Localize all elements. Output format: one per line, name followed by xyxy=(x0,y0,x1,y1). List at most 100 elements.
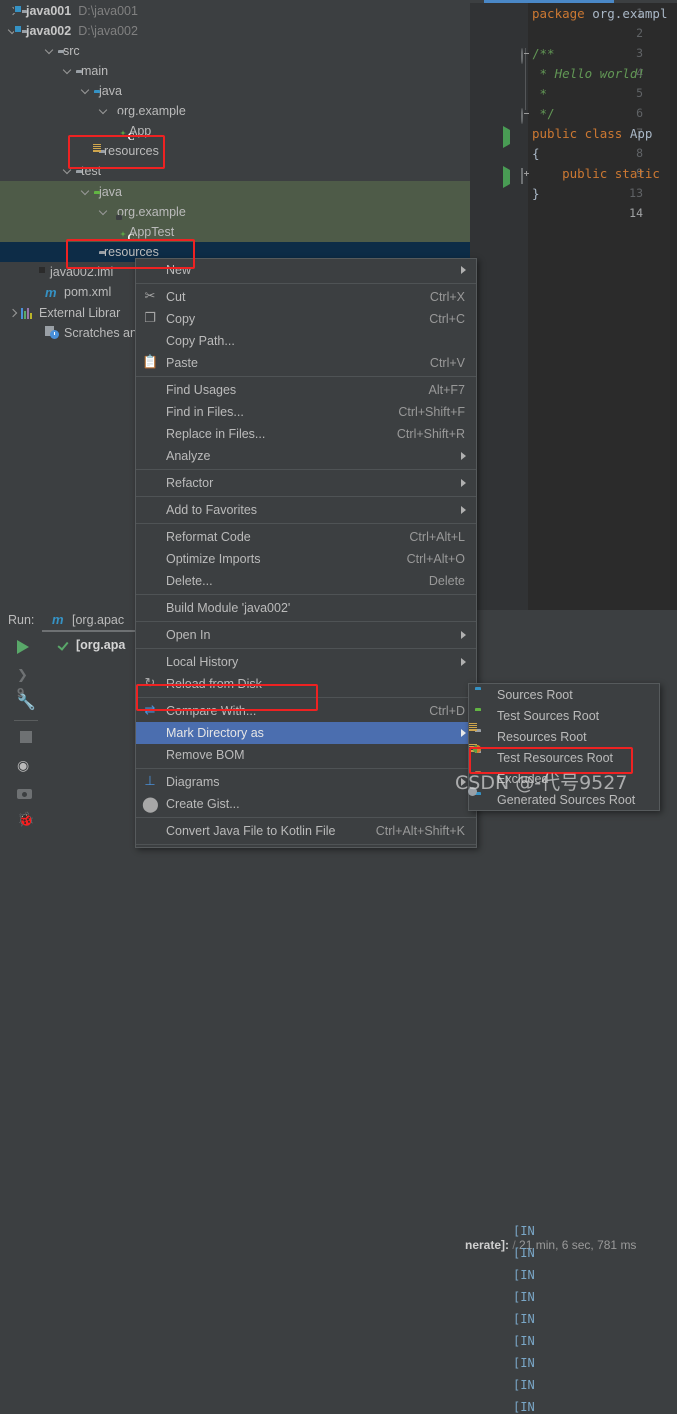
camera-icon[interactable] xyxy=(17,784,35,802)
toolbar-divider xyxy=(14,720,38,721)
log-line: [IN xyxy=(513,1334,535,1348)
code-text: } xyxy=(532,186,540,201)
tree-label: src xyxy=(63,44,80,58)
menu-item-add-to-favorites[interactable]: Add to Favorites xyxy=(136,499,476,521)
menu-item-replace-in-files[interactable]: Replace in Files... Ctrl+Shift+R xyxy=(136,423,476,445)
menu-item-paste[interactable]: 📋 Paste Ctrl+V xyxy=(136,352,476,374)
code-comment: * Hello world! xyxy=(532,66,645,81)
menu-item-open-in[interactable]: Open In xyxy=(136,624,476,646)
code-editor[interactable]: 1 2 3 4 5 6 7 8 9 13 14 package org.exam… xyxy=(470,0,677,610)
editor-gutter[interactable] xyxy=(470,3,528,610)
menu-separator xyxy=(136,496,476,497)
watermark-text: CSDN @-代号9527 xyxy=(455,768,627,795)
tree-label: pom.xml xyxy=(64,285,111,299)
menu-item-refactor[interactable]: Refactor xyxy=(136,472,476,494)
tree-row-java001[interactable]: java001 D:\java001 xyxy=(0,1,470,21)
debug-icon[interactable]: 🐞 xyxy=(17,810,35,828)
menu-item-reload-from-disk[interactable]: ↻ Reload from Disk xyxy=(136,673,476,695)
tree-row-app[interactable]: App xyxy=(0,121,470,141)
tree-row-main-java[interactable]: java xyxy=(0,81,470,101)
chevron-down-icon[interactable] xyxy=(45,46,56,57)
submenu-item-sources-root[interactable]: Sources Root xyxy=(469,684,659,705)
tree-row-java002[interactable]: java002 D:\java002 xyxy=(0,21,470,41)
menu-label: Add to Favorites xyxy=(166,503,257,517)
menu-label: Analyze xyxy=(166,449,210,463)
run-gutter-icon[interactable] xyxy=(503,130,515,142)
tree-label: AppTest xyxy=(129,225,174,239)
menu-item-compare-with[interactable]: ⇄ Compare With... Ctrl+D xyxy=(136,700,476,722)
menu-separator xyxy=(136,648,476,649)
editor-code-area[interactable]: package org.exampl /** * Hello world! * … xyxy=(532,3,677,610)
menu-item-diagrams[interactable]: ⊥ Diagrams xyxy=(136,771,476,793)
menu-label: Replace in Files... xyxy=(166,427,265,441)
menu-label: Diagrams xyxy=(166,775,220,789)
run-status-phase: nerate]: xyxy=(465,1238,509,1252)
menu-label: Copy xyxy=(166,312,195,326)
menu-label: Compare With... xyxy=(166,704,256,718)
run-tab-title[interactable]: [org.apac xyxy=(72,613,124,627)
eye-icon[interactable]: ◉ xyxy=(17,756,35,774)
tree-label: Scratches and xyxy=(64,326,144,340)
submenu-item-test-sources-root[interactable]: Test Sources Root xyxy=(469,705,659,726)
chevron-right-icon xyxy=(461,479,466,487)
run-gutter-icon[interactable] xyxy=(503,170,515,182)
tree-row-test-java[interactable]: java xyxy=(0,182,470,202)
log-line: [IN xyxy=(513,1378,535,1392)
github-icon: ⬤ xyxy=(142,796,158,812)
stop-icon[interactable] xyxy=(17,728,35,746)
menu-item-delete[interactable]: Delete... Delete xyxy=(136,570,476,592)
copy-icon: ❐ xyxy=(142,311,158,327)
tree-row-test-package[interactable]: org.example xyxy=(0,202,470,222)
menu-item-create-gist[interactable]: ⬤ Create Gist... xyxy=(136,793,476,815)
tree-label: org.example xyxy=(117,205,186,219)
chevron-down-icon[interactable] xyxy=(99,106,110,117)
submenu-item-test-resources-root[interactable]: Test Resources Root xyxy=(469,747,659,768)
tree-row-main-resources[interactable]: resources xyxy=(0,141,470,161)
chevron-down-icon[interactable] xyxy=(81,86,92,97)
chevron-down-icon[interactable] xyxy=(81,187,92,198)
chevron-right-icon xyxy=(461,658,466,666)
menu-label: Remove BOM xyxy=(166,748,245,762)
menu-label: Sources Root xyxy=(497,688,573,702)
tree-label: java002.iml xyxy=(50,265,113,279)
code-line-3: /** xyxy=(532,46,555,61)
run-toolbar[interactable]: ❯9 🔧 ◉ 🐞 xyxy=(8,628,42,811)
menu-item-find-in-files[interactable]: Find in Files... Ctrl+Shift+F xyxy=(136,401,476,423)
menu-item-copy-path[interactable]: Copy Path... xyxy=(136,330,476,352)
menu-item-convert-java-to-kotlin[interactable]: Convert Java File to Kotlin File Ctrl+Al… xyxy=(136,820,476,842)
menu-item-build-module[interactable]: Build Module 'java002' xyxy=(136,597,476,619)
menu-item-cut[interactable]: ✂ Cut Ctrl+X xyxy=(136,286,476,308)
menu-item-copy[interactable]: ❐ Copy Ctrl+C xyxy=(136,308,476,330)
menu-item-remove-bom[interactable]: Remove BOM xyxy=(136,744,476,766)
menu-label: Resources Root xyxy=(497,730,587,744)
menu-item-local-history[interactable]: Local History xyxy=(136,651,476,673)
tree-row-main[interactable]: main xyxy=(0,61,470,81)
tree-row-test[interactable]: test xyxy=(0,161,470,181)
chevron-right-icon[interactable] xyxy=(8,308,19,319)
menu-item-find-usages[interactable]: Find Usages Alt+F7 xyxy=(136,379,476,401)
code-line-4: * Hello world! xyxy=(532,66,645,81)
log-line: [IN xyxy=(513,1224,535,1238)
chevron-down-icon[interactable] xyxy=(63,66,74,77)
run-icon[interactable] xyxy=(17,638,35,656)
menu-item-mark-directory-as[interactable]: Mark Directory as xyxy=(136,722,476,744)
context-menu[interactable]: New ✂ Cut Ctrl+X ❐ Copy Ctrl+C Copy Path… xyxy=(135,258,477,848)
menu-item-analyze[interactable]: Analyze xyxy=(136,445,476,467)
wrench-icon[interactable]: 🔧 xyxy=(17,694,35,712)
code-comment: * xyxy=(532,86,547,101)
menu-item-new[interactable]: New xyxy=(136,259,476,281)
submenu-item-resources-root[interactable]: Resources Root xyxy=(469,726,659,747)
run-tree-row[interactable]: [org.apa xyxy=(58,638,125,652)
menu-label: Convert Java File to Kotlin File xyxy=(166,824,336,838)
log-line: [IN xyxy=(513,1290,535,1304)
chevron-down-icon[interactable] xyxy=(63,166,74,177)
menu-item-optimize-imports[interactable]: Optimize Imports Ctrl+Alt+O xyxy=(136,548,476,570)
clipboard-icon: 📋 xyxy=(142,355,158,371)
tree-row-main-package[interactable]: org.example xyxy=(0,101,470,121)
chevron-down-icon[interactable] xyxy=(99,207,110,218)
menu-item-reformat-code[interactable]: Reformat Code Ctrl+Alt+L xyxy=(136,526,476,548)
tree-row-apptest[interactable]: AppTest xyxy=(0,222,470,242)
tree-row-src[interactable]: src xyxy=(0,41,470,61)
rerun-failed-icon[interactable]: ❯9 xyxy=(17,666,35,684)
code-line-7: public class App xyxy=(532,126,652,141)
